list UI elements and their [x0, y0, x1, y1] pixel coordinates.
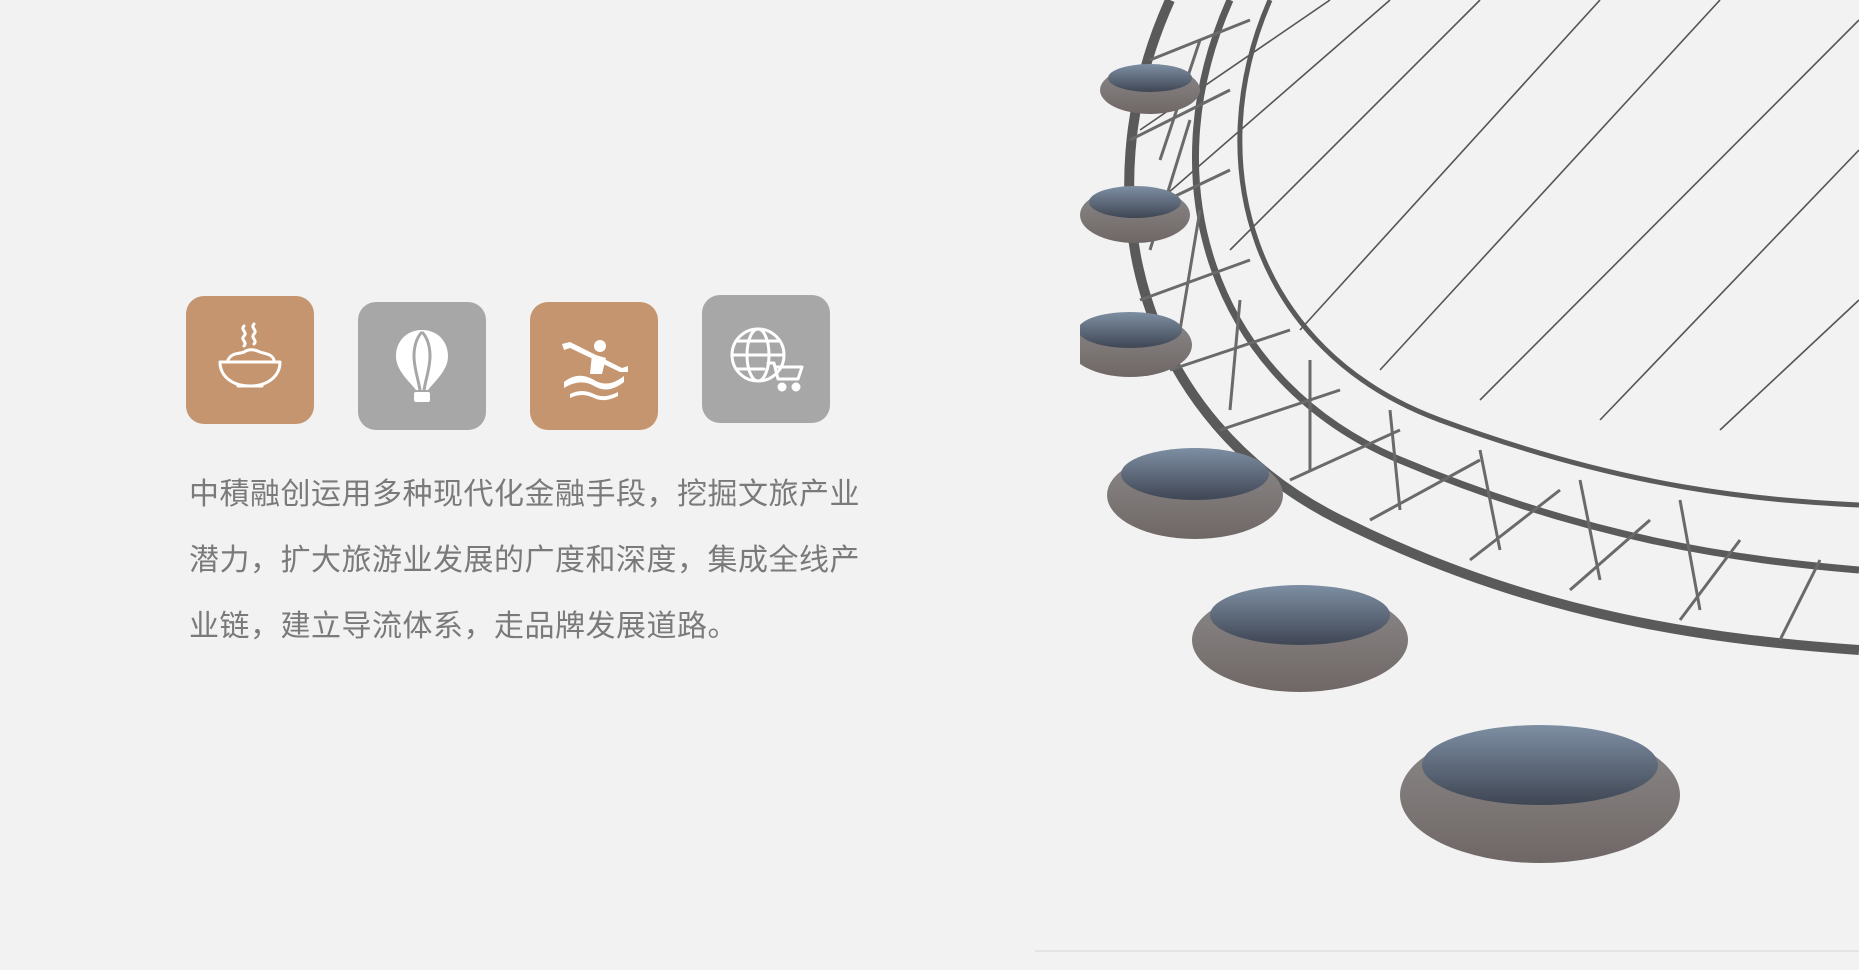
food-tile [186, 296, 314, 424]
balloon-tile [358, 302, 486, 430]
globe-cart-icon [730, 327, 804, 392]
description-text: 中積融创运用多种现代化金融手段，挖掘文旅产业潜力，扩大旅游业发展的广度和深度，集… [189, 477, 860, 644]
hot-air-balloon-icon [396, 330, 448, 402]
globe-cart-tile [702, 295, 830, 423]
baseline-divider [1035, 950, 1859, 952]
food-bowl-icon [218, 322, 282, 388]
kayak-paddler-icon [562, 340, 628, 401]
ferris-wheel-photo [1080, 0, 1859, 863]
kayak-tile [530, 302, 658, 430]
